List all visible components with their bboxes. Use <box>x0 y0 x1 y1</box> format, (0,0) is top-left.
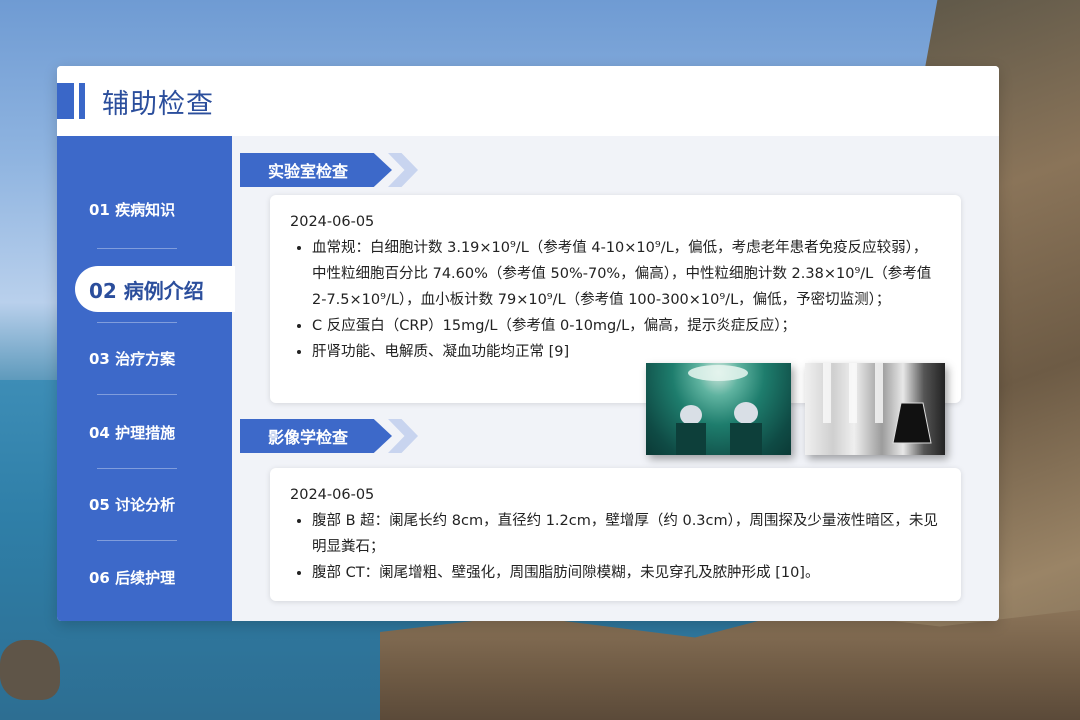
lab-section-heading: 实验室检查 <box>240 153 430 187</box>
lab-photo <box>805 363 945 455</box>
sidebar-nav: 01 疾病知识 02 病例介绍 03 治疗方案 04 护理措施 05 讨论分析 … <box>57 136 235 621</box>
slide-card: 辅助检查 01 疾病知识 02 病例介绍 03 治疗方案 04 护理措施 05 … <box>57 66 999 621</box>
title-accent-bar <box>57 83 74 119</box>
sidebar-item-treatment-plan[interactable]: 03 治疗方案 <box>57 338 232 378</box>
sidebar-item-nursing-measures[interactable]: 04 护理措施 <box>57 412 232 452</box>
list-item: 腹部 B 超：阑尾长约 8cm，直径约 1.2cm，壁增厚（约 0.3cm），周… <box>312 508 941 560</box>
sidebar-item-disease-knowledge[interactable]: 01 疾病知识 <box>57 189 232 229</box>
nav-divider <box>97 248 177 249</box>
title-accent-bar-thin <box>79 83 85 119</box>
lab-glassware-icon <box>823 363 932 444</box>
list-item: 肝肾功能、电解质、凝血功能均正常 [9] <box>312 339 941 365</box>
lab-date: 2024-06-05 <box>290 214 375 230</box>
sidebar-item-follow-up-care[interactable]: 06 后续护理 <box>57 557 232 597</box>
slide-header: 辅助检查 <box>57 66 999 136</box>
nav-divider <box>97 540 177 541</box>
imaging-date: 2024-06-05 <box>290 487 375 503</box>
chevron-right-icon <box>388 153 418 187</box>
surgery-photo <box>646 363 791 455</box>
nav-divider <box>97 468 177 469</box>
nav-divider <box>97 322 177 323</box>
page-title: 辅助检查 <box>102 89 214 120</box>
imaging-results-list: 腹部 B 超：阑尾长约 8cm，直径约 1.2cm，壁增厚（约 0.3cm），周… <box>290 508 941 586</box>
surgery-scene-icon <box>676 365 762 455</box>
list-item: 血常规：白细胞计数 3.19×10⁹/L（参考值 4-10×10⁹/L，偏低，考… <box>312 235 941 313</box>
sidebar-item-case-intro[interactable]: 02 病例介绍 <box>75 266 235 312</box>
background-rock <box>0 640 60 700</box>
sidebar-item-discussion[interactable]: 05 讨论分析 <box>57 484 232 524</box>
imaging-results-box: 2024-06-05 腹部 B 超：阑尾长约 8cm，直径约 1.2cm，壁增厚… <box>270 468 961 601</box>
chevron-right-icon <box>388 419 418 453</box>
imaging-section-heading: 影像学检查 <box>240 419 430 453</box>
lab-results-list: 血常规：白细胞计数 3.19×10⁹/L（参考值 4-10×10⁹/L，偏低，考… <box>290 235 941 365</box>
lab-heading-label: 实验室检查 <box>240 153 392 187</box>
imaging-heading-label: 影像学检查 <box>240 419 392 453</box>
list-item: C 反应蛋白（CRP）15mg/L（参考值 0-10mg/L，偏高，提示炎症反应… <box>312 313 941 339</box>
list-item: 腹部 CT：阑尾增粗、壁强化，周围脂肪间隙模糊，未见穿孔及脓肿形成 [10]。 <box>312 560 941 586</box>
nav-divider <box>97 394 177 395</box>
